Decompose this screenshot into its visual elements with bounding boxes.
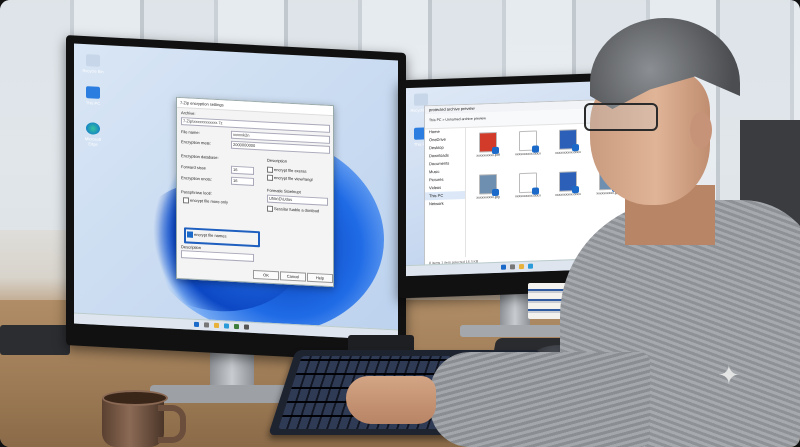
description-field[interactable] [181,250,254,262]
coffee-mug-rim [102,390,168,406]
footer-format-label: Formatie Stoelnupt [267,187,301,195]
person-ear [690,112,712,148]
archive-path-field[interactable]: 7-Zip\xxxxxxxxxxxx.7z [181,117,330,133]
person-hand [346,376,436,424]
lock-icon [532,145,539,153]
explorer-sidebar: Home OneDrive Desktop Downloads Document… [425,126,466,259]
sidebar-item-network[interactable]: Network [425,199,465,208]
file-item[interactable]: xxxxxxxxxx.docx [515,172,541,198]
folder-icon[interactable] [519,263,524,270]
file-item[interactable]: xxxxxxxxxx.jpg [475,173,501,200]
pdf-file-icon [479,131,499,155]
desktop-icon-recycle-bin[interactable]: Recycle Bin [80,54,106,74]
checked-checkbox-icon [187,231,193,238]
start-icon[interactable] [194,321,199,328]
sparkle-icon: ✦ [718,360,740,390]
forward-size-select[interactable]: 16 [231,165,254,175]
search-icon[interactable] [204,322,209,328]
checkbox-icon [183,197,189,204]
lock-icon [572,144,579,152]
left-screen: Recycle Bin This PC Microsoft Edge 7-Zip… [74,43,398,341]
lock-icon [492,188,499,197]
checkbox-icon [267,166,273,173]
option-encrypt-more-only[interactable]: encrypt file more only [183,197,228,205]
cancel-button[interactable]: Cancel [280,271,306,282]
footer-format-field[interactable]: Ufilix\D\Udas [267,194,328,206]
lock-icon [492,146,499,155]
start-icon[interactable] [501,264,506,270]
description-heading: Description [267,157,288,164]
checkbox-icon [267,174,273,181]
file-item[interactable]: xxxxxxxxxx.docx [555,171,581,197]
description-label: Description [181,244,202,251]
option-encrypt-view[interactable]: encrypt file view/rangl [267,174,312,183]
store-icon[interactable] [234,323,239,330]
edge-icon[interactable] [528,263,533,269]
encryption-ends-select[interactable]: 16 [231,176,254,186]
lock-icon [532,187,539,195]
archive-label: Archive: [181,110,196,116]
office-photo-scene: Recycle Bin This PC Microsoft Edge 7-Zip… [0,0,800,447]
right-monitor-base [460,325,570,337]
dialog-title: 7-Zip encryption settings [177,97,333,117]
edge-browser-icon [86,122,100,135]
passphrase-label: Passphrase lootl: [181,189,212,196]
edge-icon[interactable] [224,323,229,329]
word-file-icon [559,129,579,152]
filename-label: File name: [181,129,200,136]
document-file-icon [519,172,539,195]
forward-size-label: Forward sisse [181,164,206,171]
encryption-method-label: Encryption mete: [181,139,212,146]
background-keyboard [0,325,70,355]
option-sessilar[interactable]: Sessilar fuable a dontbud [267,205,319,215]
checkbox-icon [267,205,273,212]
option-encrypt-exeras[interactable]: encrypt file exeras [267,166,306,175]
file-item[interactable]: xxxxxxxxxx.pdf [475,131,501,158]
image-file-icon [479,173,499,197]
coffee-mug-handle [158,405,186,443]
eyeglasses [584,103,658,131]
encryption-database-label: Encryption database: [181,153,219,161]
file-item[interactable]: xxxxxxxxxx.docx [555,129,581,155]
ok-button[interactable]: OK [253,269,279,281]
desktop-icon-this-pc[interactable]: This PC [80,86,106,106]
encryption-settings-dialog: 7-Zip encryption settings Archive: 7-Zip… [176,96,334,288]
left-monitor: Recycle Bin This PC Microsoft Edge 7-Zip… [66,35,406,363]
document-file-icon [519,130,539,153]
lock-icon [572,186,579,194]
person-arm [430,352,650,447]
settings-icon[interactable] [244,324,249,330]
word-file-icon [559,171,579,194]
desktop-icon-edge[interactable]: Microsoft Edge [80,122,106,147]
search-icon[interactable] [510,264,515,270]
folder-icon[interactable] [214,322,219,329]
recycle-bin-icon [414,93,428,106]
computer-icon [86,86,100,99]
file-item[interactable]: xxxxxxxxxx.docx [515,130,541,156]
breadcrumb[interactable]: This PC > Unnamed archive preview [429,116,486,122]
encryption-ends-label: Encryption enots: [181,175,212,182]
recycle-bin-icon [86,54,100,67]
help-button[interactable]: Help [307,272,333,284]
